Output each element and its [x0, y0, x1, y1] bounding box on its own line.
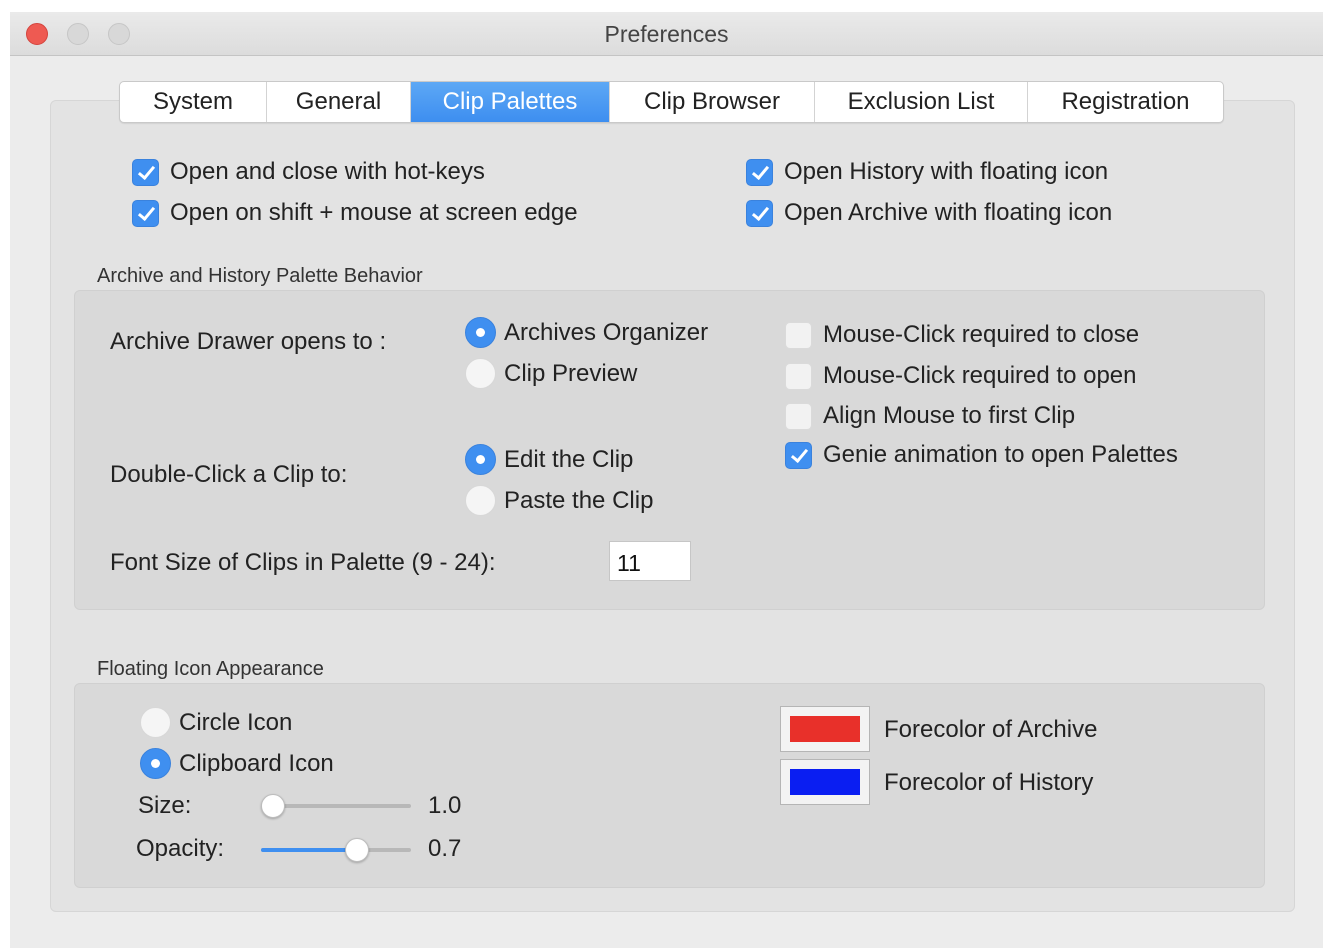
paste-clip-option[interactable]: Paste the Clip	[465, 485, 653, 516]
archive-drawer-label: Archive Drawer opens to :	[110, 328, 387, 355]
clip-preview-label: Clip Preview	[504, 359, 638, 387]
archive-floating-label: Open Archive with floating icon	[784, 199, 1113, 226]
history-color-well[interactable]	[780, 759, 870, 805]
archive-color-well[interactable]	[780, 706, 870, 752]
clip-preview-option[interactable]: Clip Preview	[465, 358, 637, 389]
behavior-section-title: Archive and History Palette Behavior	[97, 265, 423, 287]
archive-floating-checkbox[interactable]	[746, 199, 773, 227]
clipboard-icon-option[interactable]: Clipboard Icon	[140, 748, 334, 779]
archives-organizer-option[interactable]: Archives Organizer	[465, 317, 708, 348]
tab-clip-palettes[interactable]: Clip Palettes	[411, 82, 610, 122]
tab-bar: System General Clip Palettes Clip Browse…	[119, 81, 1224, 123]
preferences-window: Preferences System General Clip Palettes…	[10, 12, 1323, 948]
genie-animation-label: Genie animation to open Palettes	[823, 441, 1178, 468]
opacity-label: Opacity:	[136, 835, 225, 862]
paste-clip-label: Paste the Clip	[504, 486, 654, 514]
edit-clip-radio[interactable]	[465, 444, 496, 475]
tab-exclusion-list[interactable]: Exclusion List	[815, 82, 1028, 122]
hotkeys-label: Open and close with hot-keys	[170, 158, 485, 185]
tab-registration[interactable]: Registration	[1028, 82, 1223, 122]
paste-clip-radio[interactable]	[465, 485, 496, 516]
history-floating-label: Open History with floating icon	[784, 158, 1109, 185]
opacity-slider[interactable]	[261, 838, 411, 862]
font-size-input[interactable]: 11	[609, 541, 691, 581]
history-color-label: Forecolor of History	[884, 769, 1094, 796]
screen-edge-label: Open on shift + mouse at screen edge	[170, 199, 578, 226]
circle-icon-label: Circle Icon	[179, 708, 293, 736]
archives-organizer-radio[interactable]	[465, 317, 496, 348]
tab-clip-browser[interactable]: Clip Browser	[610, 82, 815, 122]
click-close-checkbox[interactable]	[785, 321, 812, 349]
size-slider-knob[interactable]	[261, 794, 285, 818]
double-click-label: Double-Click a Clip to:	[110, 461, 348, 488]
history-floating-checkbox[interactable]	[746, 158, 773, 186]
archive-color-fill	[790, 716, 860, 742]
click-close-option[interactable]: Mouse-Click required to close	[785, 321, 1139, 349]
align-mouse-checkbox[interactable]	[785, 402, 812, 430]
archive-color-label: Forecolor of Archive	[884, 716, 1098, 743]
align-mouse-option[interactable]: Align Mouse to first Clip	[785, 402, 1075, 430]
window-title: Preferences	[604, 21, 729, 47]
click-open-label: Mouse-Click required to open	[823, 362, 1137, 389]
screen-edge-option[interactable]: Open on shift + mouse at screen edge	[132, 199, 578, 227]
circle-icon-radio[interactable]	[140, 707, 171, 738]
genie-animation-option[interactable]: Genie animation to open Palettes	[785, 441, 1178, 469]
click-open-checkbox[interactable]	[785, 362, 812, 390]
hotkeys-checkbox[interactable]	[132, 158, 159, 186]
click-open-option[interactable]: Mouse-Click required to open	[785, 362, 1137, 390]
font-size-label: Font Size of Clips in Palette (9 - 24):	[110, 549, 496, 576]
archives-organizer-label: Archives Organizer	[504, 318, 709, 346]
hotkeys-option[interactable]: Open and close with hot-keys	[132, 158, 485, 186]
align-mouse-label: Align Mouse to first Clip	[823, 402, 1076, 429]
size-slider[interactable]	[261, 794, 411, 818]
screen-edge-checkbox[interactable]	[132, 199, 159, 227]
history-color-fill	[790, 769, 860, 795]
clipboard-icon-label: Clipboard Icon	[179, 749, 334, 777]
edit-clip-label: Edit the Clip	[504, 445, 634, 473]
click-close-label: Mouse-Click required to close	[823, 321, 1140, 348]
title-bar[interactable]: Preferences	[10, 12, 1323, 56]
circle-icon-option[interactable]: Circle Icon	[140, 707, 292, 738]
edit-clip-option[interactable]: Edit the Clip	[465, 444, 633, 475]
size-label: Size:	[138, 792, 192, 819]
floating-section-title: Floating Icon Appearance	[97, 658, 324, 680]
opacity-slider-fill	[261, 848, 358, 852]
size-value: 1.0	[428, 792, 462, 819]
clip-preview-radio[interactable]	[465, 358, 496, 389]
history-floating-option[interactable]: Open History with floating icon	[746, 158, 1108, 186]
opacity-value: 0.7	[428, 835, 462, 862]
clipboard-icon-radio[interactable]	[140, 748, 171, 779]
tab-general[interactable]: General	[267, 82, 411, 122]
genie-animation-checkbox[interactable]	[785, 441, 812, 469]
archive-floating-option[interactable]: Open Archive with floating icon	[746, 199, 1112, 227]
tab-system[interactable]: System	[120, 82, 267, 122]
